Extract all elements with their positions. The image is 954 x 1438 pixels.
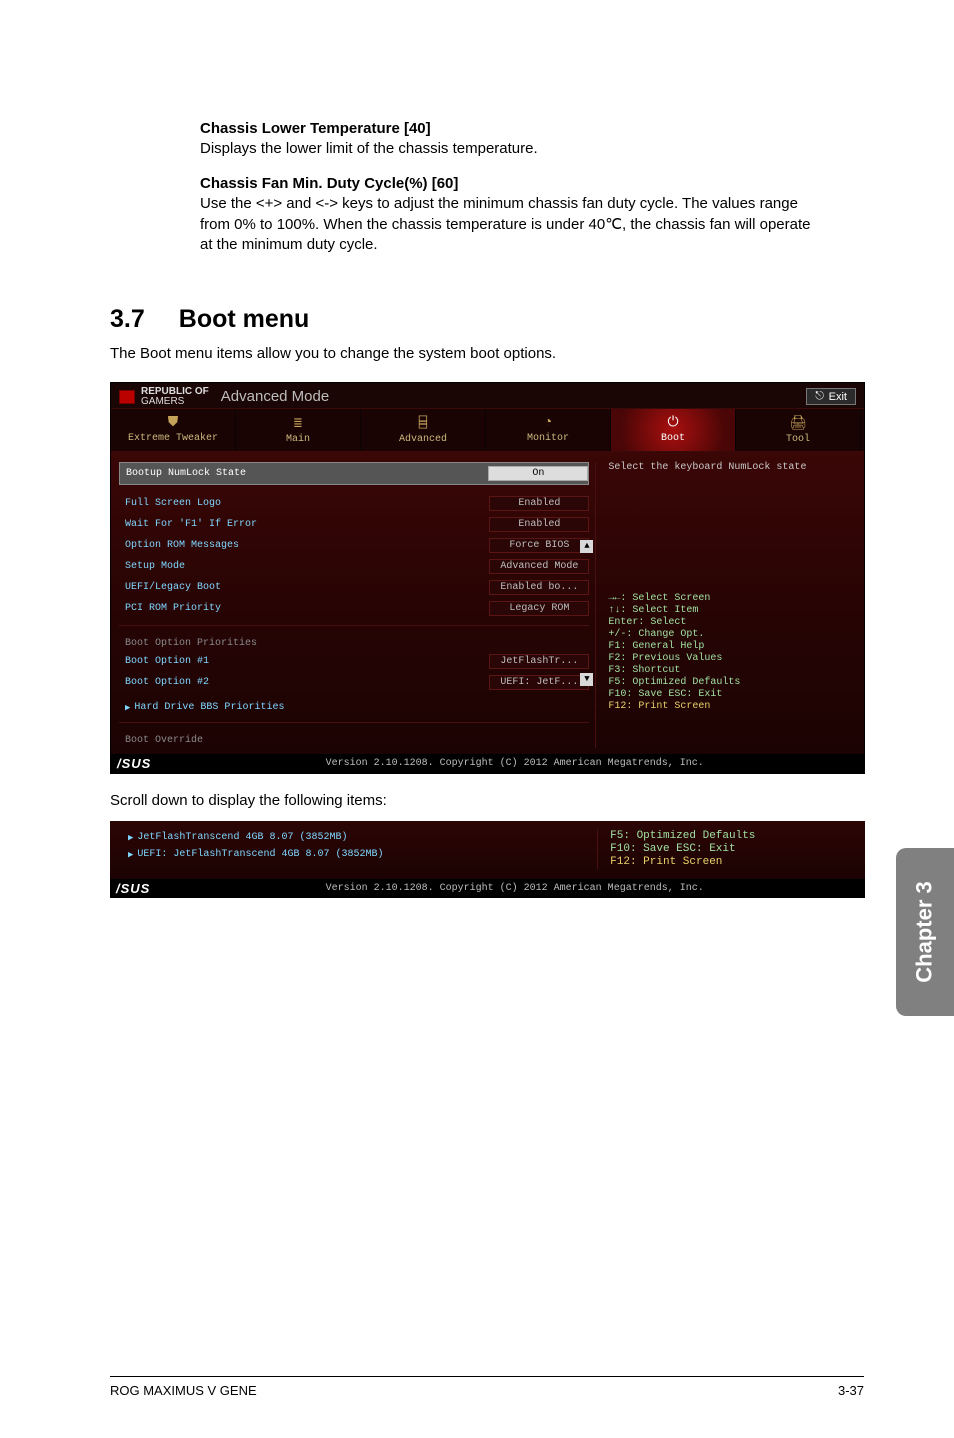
chassis-lower-text: Displays the lower limit of the chassis … [200,139,824,159]
chevron-right-icon: ▶ [128,833,133,843]
scroll-down-icon[interactable]: ▼ [580,673,593,686]
shield-icon: ⛊ [111,415,235,431]
exit-label: Exit [829,391,847,403]
tab-monitor[interactable]: ◔Monitor [486,409,611,451]
tab-main[interactable]: ≣Main [236,409,361,451]
field-boot-option-2[interactable]: Boot Option #2 UEFI: JetF... [119,672,589,693]
mode-label: Advanced Mode [221,388,329,405]
field-boot-option-1[interactable]: Boot Option #1 JetFlashTr... [119,651,589,672]
bios-screenshot: REPUBLIC OF GAMERS Advanced Mode Exit ⛊E… [110,382,865,774]
help-key-legend-small: F5: Optimized Defaults F10: Save ESC: Ex… [610,830,855,868]
numlock-value: On [488,466,588,481]
chevron-right-icon: ▶ [125,703,130,713]
chassis-lower-heading: Chassis Lower Temperature [40] [200,120,824,137]
field-setup-mode[interactable]: Setup Mode Advanced Mode [119,556,589,577]
chip-icon: ⌸ [361,415,485,432]
footer-page-number: 3-37 [838,1383,864,1398]
help-key-legend: →←: Select Screen ↑↓: Select Item Enter:… [608,593,856,712]
tab-tool[interactable]: 🖨Tool [736,409,861,451]
rog-badge-icon [119,390,135,404]
tab-boot[interactable]: ⏻Boot [611,409,736,451]
section-title: Boot menu [179,305,310,334]
asus-logo: /SUS [116,881,150,896]
boot-override-title: Boot Override [119,729,589,748]
scroll-up-icon[interactable]: ▲ [580,540,593,553]
chevron-right-icon: ▶ [128,850,133,860]
list-icon: ≣ [236,415,360,432]
brand-text: REPUBLIC OF GAMERS [141,387,209,406]
boot-override-item-1[interactable]: ▶ JetFlashTranscend 4GB 8.07 (3852MB) [122,829,587,846]
fan-min-text: Use the <+> and <-> keys to adjust the m… [200,194,824,255]
copyright-text: Version 2.10.1208. Copyright (C) 2012 Am… [326,883,704,894]
bios-screenshot-scrolled: ▶ JetFlashTranscend 4GB 8.07 (3852MB) ▶ … [110,821,865,898]
hard-drive-bbs-link[interactable]: ▶ Hard Drive BBS Priorities [119,699,589,716]
field-numlock[interactable]: Bootup NumLock State On [119,462,589,485]
asus-logo: /SUS [117,756,151,771]
fan-min-heading: Chassis Fan Min. Duty Cycle(%) [60] [200,175,824,192]
power-icon: ⏻ [611,415,735,431]
field-pci-rom[interactable]: PCI ROM Priority Legacy ROM [119,598,589,619]
copyright-text: Version 2.10.1208. Copyright (C) 2012 Am… [326,758,704,769]
boot-override-item-2[interactable]: ▶ UEFI: JetFlashTranscend 4GB 8.07 (3852… [122,846,587,863]
section-subtitle: The Boot menu items allow you to change … [110,344,864,364]
chapter-side-tab: Chapter 3 [896,848,954,1016]
exit-button[interactable]: Exit [806,388,856,405]
tab-advanced[interactable]: ⌸Advanced [361,409,486,451]
gauge-icon: ◔ [486,415,610,431]
tab-extreme-tweaker[interactable]: ⛊Extreme Tweaker [111,409,236,451]
field-full-screen-logo[interactable]: Full Screen Logo Enabled [119,493,589,514]
footer-product-name: ROG MAXIMUS V GENE [110,1383,257,1398]
field-uefi-legacy[interactable]: UEFI/Legacy Boot Enabled bo... [119,577,589,598]
field-option-rom[interactable]: Option ROM Messages Force BIOS [119,535,589,556]
tool-icon: 🖨 [736,415,860,432]
field-wait-f1[interactable]: Wait For 'F1' If Error Enabled [119,514,589,535]
boot-option-priorities-title: Boot Option Priorities [119,632,589,651]
scroll-down-note: Scroll down to display the following ite… [110,792,864,809]
section-number: 3.7 [110,305,145,334]
help-description: Select the keyboard NumLock state [608,462,856,473]
